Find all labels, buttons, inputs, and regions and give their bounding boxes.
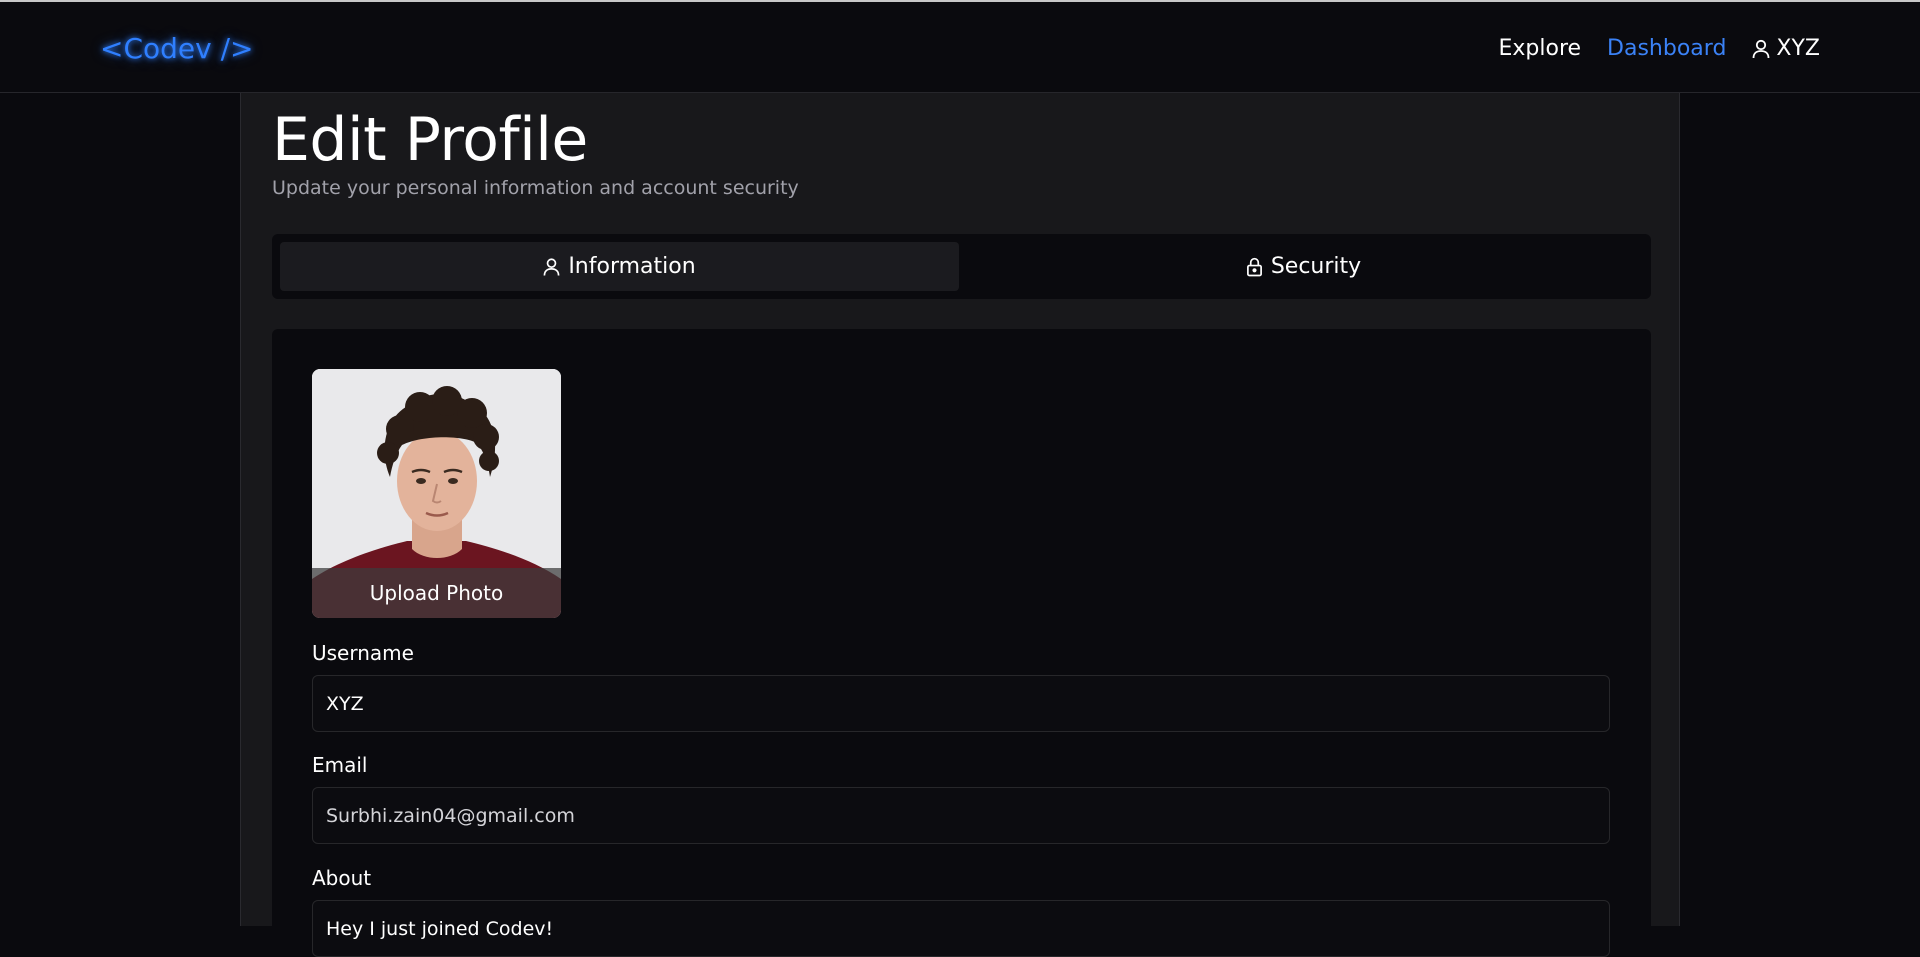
page-subtitle: Update your personal information and acc… (272, 177, 799, 199)
user-icon (1753, 39, 1770, 58)
app-window: <Codev /> Explore Dashboard XYZ Edit Pro… (0, 0, 1920, 957)
about-label: About (312, 866, 372, 890)
nav-link-dashboard[interactable]: Dashboard (1607, 36, 1726, 61)
username-input[interactable] (312, 675, 1610, 732)
profile-tabs: Information Security (272, 234, 1651, 299)
brand-logo[interactable]: <Codev /> (100, 32, 254, 65)
tab-information-label: Information (568, 254, 696, 279)
page-title: Edit Profile (272, 105, 588, 175)
profile-photo-upload[interactable]: Upload Photo (312, 369, 561, 618)
nav-links: Explore Dashboard XYZ (1472, 36, 1820, 61)
upload-photo-overlay[interactable]: Upload Photo (312, 568, 561, 618)
about-input[interactable] (312, 900, 1610, 957)
navbar: <Codev /> Explore Dashboard XYZ (0, 4, 1920, 93)
user-menu[interactable]: XYZ (1752, 36, 1820, 61)
username-label: Username (312, 641, 414, 665)
tab-security-label: Security (1270, 254, 1362, 279)
tab-security[interactable]: Security (964, 242, 1643, 291)
user-icon (543, 257, 560, 276)
tab-information[interactable]: Information (280, 242, 959, 291)
email-input[interactable] (312, 787, 1610, 844)
edit-profile-panel: Edit Profile Update your personal inform… (240, 93, 1680, 957)
information-form-card: Upload Photo Username Email About (272, 329, 1651, 957)
lock-icon (1246, 257, 1262, 276)
email-label: Email (312, 753, 368, 777)
user-name: XYZ (1776, 36, 1820, 61)
nav-link-explore[interactable]: Explore (1498, 36, 1581, 61)
